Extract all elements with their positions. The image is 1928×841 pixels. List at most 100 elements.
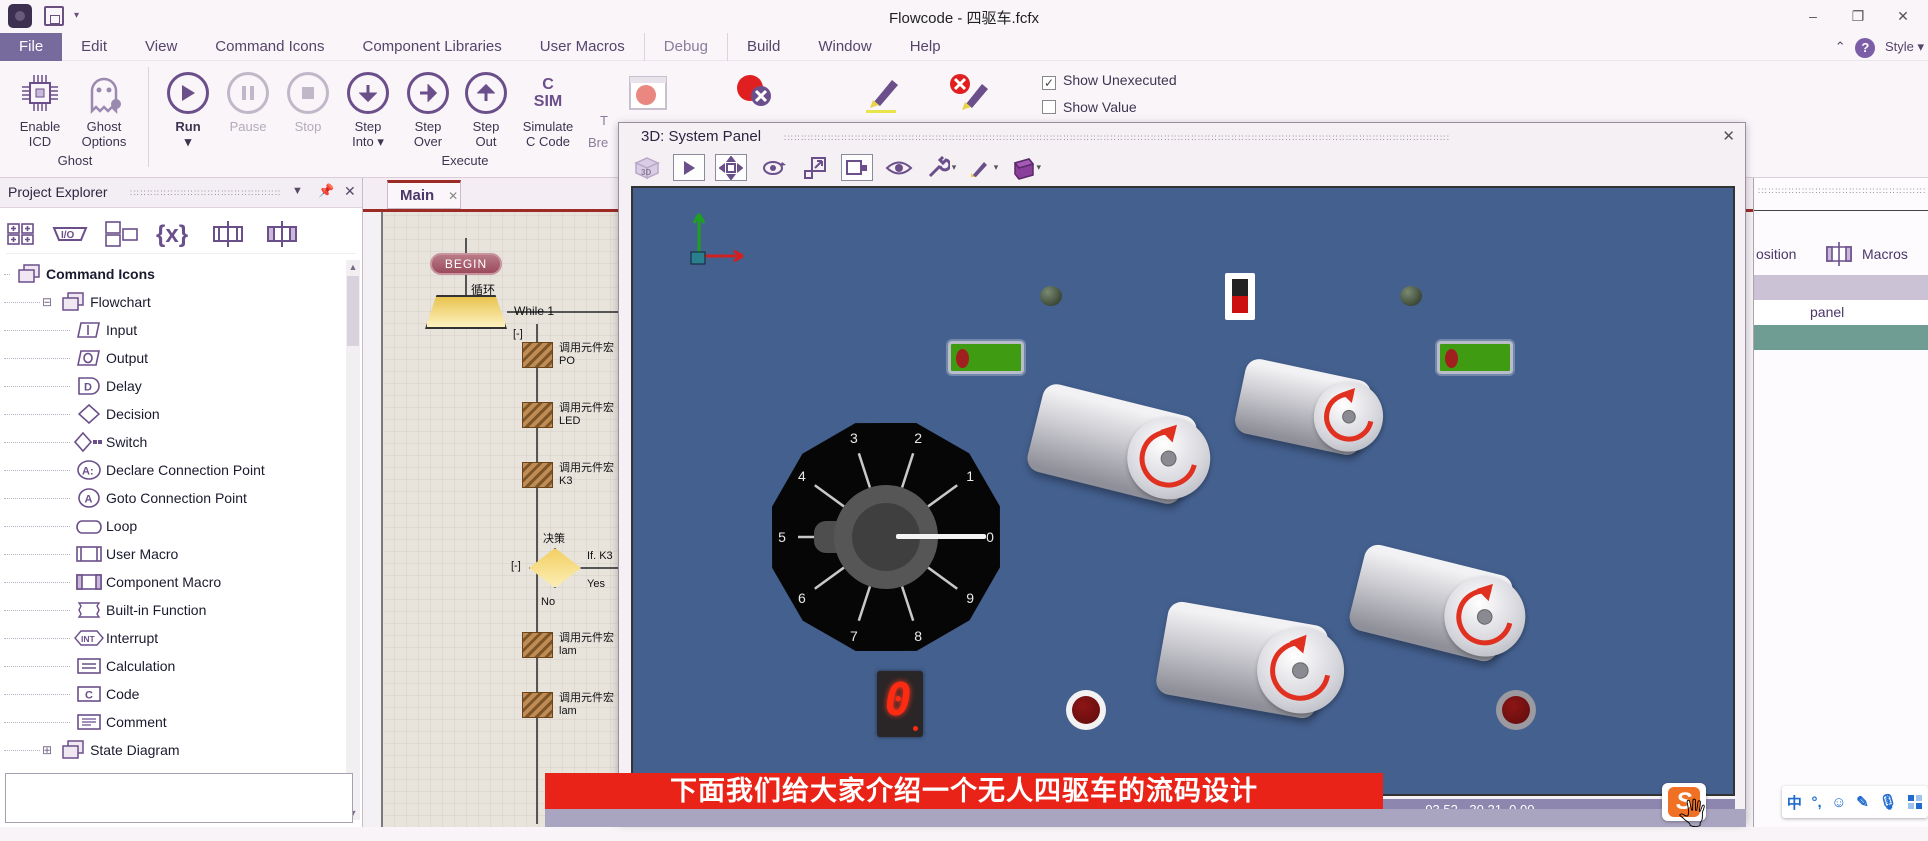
pause-button[interactable]: Pause bbox=[216, 67, 280, 134]
menu-command-icons[interactable]: Command Icons bbox=[196, 33, 343, 61]
enableicd-button[interactable]: EnableICD bbox=[8, 67, 72, 149]
scrollbar-thumb[interactable] bbox=[347, 276, 359, 346]
menu-build[interactable]: Build bbox=[728, 33, 799, 61]
3d-system-panel-window[interactable]: 3D: System Panel ∷∷∷∷∷∷∷∷∷∷∷∷∷∷∷∷∷∷∷∷∷∷∷… bbox=[618, 122, 1746, 822]
project-explorer-header[interactable]: Project Explorer ∷∷∷∷∷∷∷∷∷∷∷∷∷∷∷∷∷∷∷∷∷∷∷… bbox=[0, 178, 362, 208]
3d-sphere-object[interactable] bbox=[1040, 286, 1062, 306]
tree-expander-icon[interactable]: ⊟ bbox=[42, 295, 52, 309]
tree-item-goto-connection-point[interactable]: AGoto Connection Point bbox=[4, 484, 344, 512]
tree-item-calculation[interactable]: Calculation bbox=[4, 652, 344, 680]
tree-expander-icon[interactable]: ⊞ bbox=[42, 743, 52, 757]
menu-view[interactable]: View bbox=[126, 33, 196, 61]
push-button-object[interactable] bbox=[1496, 690, 1536, 730]
macros-panel-header[interactable]: Macros bbox=[1862, 246, 1908, 262]
stepout-button[interactable]: StepOut bbox=[454, 67, 518, 149]
tree-item-decision[interactable]: Decision bbox=[4, 400, 344, 428]
ghostoptions-button[interactable]: GhostOptions bbox=[72, 67, 136, 149]
stepover-button[interactable]: StepOver bbox=[396, 67, 460, 149]
grid-icon[interactable] bbox=[1907, 794, 1923, 810]
ime-toolbar[interactable]: S 🖑 中 °, ☺ ✎ 🎙 bbox=[1662, 783, 1928, 821]
menu-user-macros[interactable]: User Macros bbox=[521, 33, 644, 61]
grid-add-icon[interactable] bbox=[6, 221, 36, 247]
motor-object[interactable] bbox=[1154, 600, 1330, 721]
toggle-switch-object[interactable] bbox=[1225, 273, 1255, 320]
pin-icon[interactable]: 📌 bbox=[318, 183, 334, 199]
tree-item-command-icons[interactable]: Command Icons bbox=[4, 260, 344, 288]
user-macro-icon[interactable] bbox=[208, 219, 248, 249]
drag-handle[interactable]: ∷∷∷∷∷∷∷∷∷∷∷∷∷∷∷∷∷∷∷∷∷∷∷∷∷∷∷∷∷∷∷∷∷∷∷∷∷∷∷∷… bbox=[784, 133, 1704, 144]
tab-main[interactable]: Main✕ bbox=[387, 180, 461, 209]
scroll-up-icon[interactable]: ▲ bbox=[346, 260, 360, 274]
close-panel-icon[interactable]: ✕ bbox=[344, 183, 356, 200]
tree-item-delay[interactable]: DDelay bbox=[4, 372, 344, 400]
cubeview-icon[interactable]: ▾ bbox=[1009, 154, 1041, 181]
motor-object[interactable] bbox=[1232, 357, 1373, 458]
show-value-checkbox[interactable]: Show Value bbox=[1042, 99, 1137, 115]
style-menu[interactable]: Style ▾ bbox=[1885, 39, 1924, 54]
help-icon[interactable]: ? bbox=[1855, 38, 1875, 58]
flowchart-component-macro[interactable] bbox=[522, 462, 553, 488]
simulatec-code-button[interactable]: CSIMSimulateC Code bbox=[516, 67, 580, 149]
tree-item-input[interactable]: Input bbox=[4, 316, 344, 344]
tree-item-loop[interactable]: Loop bbox=[4, 512, 344, 540]
led-bar-object[interactable] bbox=[1437, 341, 1513, 374]
3d-sphere-object[interactable] bbox=[1400, 286, 1422, 306]
move-icon[interactable] bbox=[715, 154, 747, 181]
tree-item-output[interactable]: Output bbox=[4, 344, 344, 372]
motor-object[interactable] bbox=[1024, 381, 1199, 507]
3d-viewport[interactable]: 01234567890 bbox=[631, 186, 1735, 796]
scale-icon[interactable] bbox=[799, 154, 831, 181]
flowchart-component-macro[interactable] bbox=[522, 692, 553, 718]
close-3d-panel-icon[interactable]: ✕ bbox=[1722, 127, 1735, 145]
pen-icon[interactable]: ✎ bbox=[1856, 793, 1869, 811]
3d-panel-titlebar[interactable]: 3D: System Panel ∷∷∷∷∷∷∷∷∷∷∷∷∷∷∷∷∷∷∷∷∷∷∷… bbox=[619, 123, 1745, 151]
flowchart-loop-start[interactable] bbox=[425, 295, 507, 329]
stepinto-button[interactable]: StepInto ▾ bbox=[336, 67, 400, 149]
menu-edit[interactable]: Edit bbox=[62, 33, 126, 61]
drag-handle[interactable]: ∷∷∷∷∷∷∷∷∷∷∷∷∷∷∷∷∷∷∷∷∷∷∷∷∷∷∷∷ bbox=[1758, 186, 1926, 197]
stop-button[interactable]: Stop bbox=[276, 67, 340, 134]
minimize-button[interactable]: – bbox=[1798, 8, 1828, 24]
windows-icon[interactable] bbox=[104, 220, 140, 248]
menu-window[interactable]: Window bbox=[799, 33, 890, 61]
play-icon[interactable] bbox=[673, 154, 705, 181]
wrench-icon[interactable]: ▾ bbox=[925, 154, 957, 181]
rotary-dial-object[interactable]: 0123456789 bbox=[758, 409, 1014, 665]
tree-item-component-macro[interactable]: Component Macro bbox=[4, 568, 344, 596]
collapse-ribbon-icon[interactable]: ⌃ bbox=[1835, 39, 1846, 54]
punctuation-icon[interactable]: °, bbox=[1811, 794, 1821, 811]
led-bar-object[interactable] bbox=[948, 341, 1024, 374]
run-button[interactable]: Run▾ bbox=[156, 67, 220, 149]
motor-object[interactable] bbox=[1347, 542, 1516, 664]
component-macro-icon[interactable] bbox=[262, 219, 302, 249]
tree-scrollbar[interactable]: ▲ ▼ bbox=[346, 260, 360, 820]
rotate-icon[interactable] bbox=[757, 154, 789, 181]
menu-debug[interactable]: Debug bbox=[644, 33, 728, 61]
io-icon[interactable]: I/O bbox=[50, 221, 90, 247]
region-icon[interactable] bbox=[841, 154, 873, 181]
tree-item-built-in-function[interactable]: Built-in Function bbox=[4, 596, 344, 624]
menu-file[interactable]: File bbox=[0, 33, 62, 61]
menu-help[interactable]: Help bbox=[891, 33, 960, 61]
panel-row-selected[interactable] bbox=[1754, 325, 1928, 350]
panel-menu-icon[interactable]: ▼ bbox=[292, 185, 303, 197]
flowchart-canvas[interactable]: BEGIN 循环 While 1 [-] 调用元件宏PO调用元件宏LED调用元件… bbox=[381, 212, 643, 827]
tree-item-switch[interactable]: Switch bbox=[4, 428, 344, 456]
tree-item-comment[interactable]: Comment bbox=[4, 708, 344, 736]
show-unexecuted-checkbox[interactable]: ✓Show Unexecuted bbox=[1042, 72, 1177, 90]
push-button-object[interactable] bbox=[1066, 690, 1106, 730]
collapse-marker[interactable]: [-] bbox=[511, 560, 521, 572]
tree-item-declare-connection-point[interactable]: A:Declare Connection Point bbox=[4, 456, 344, 484]
collapse-marker[interactable]: [-] bbox=[513, 328, 523, 340]
close-button[interactable]: ✕ bbox=[1888, 8, 1918, 25]
braces-x-icon[interactable]: {x} bbox=[154, 220, 194, 248]
flowchart-component-macro[interactable] bbox=[522, 342, 553, 368]
flowchart-component-macro[interactable] bbox=[522, 632, 553, 658]
tree-item-user-macro[interactable]: User Macro bbox=[4, 540, 344, 568]
tree-item-flowchart[interactable]: ⊟Flowchart bbox=[4, 288, 344, 316]
flowchart-component-macro[interactable] bbox=[522, 402, 553, 428]
chinese-mode-icon[interactable]: 中 bbox=[1787, 792, 1802, 813]
eye-icon[interactable] bbox=[883, 154, 915, 181]
tree-item-state-diagram[interactable]: ⊞State Diagram bbox=[4, 736, 344, 764]
seven-segment-display-object[interactable]: 0 bbox=[877, 671, 923, 737]
